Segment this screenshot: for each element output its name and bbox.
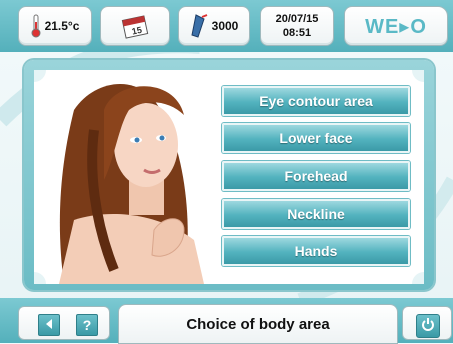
eye-contour-button[interactable]: Eye contour area bbox=[222, 86, 410, 116]
woman-illustration bbox=[59, 84, 204, 284]
help-button[interactable]: ? bbox=[76, 314, 98, 336]
power-icon bbox=[421, 317, 435, 336]
datetime-tile: 20/07/15 08:51 bbox=[260, 6, 334, 46]
logo-text: WE▸O bbox=[365, 15, 427, 38]
calendar-icon: 15 bbox=[120, 12, 150, 40]
help-icon: ? bbox=[82, 317, 92, 333]
forehead-button[interactable]: Forehead bbox=[222, 161, 410, 191]
temperature-tile: 21.5°c bbox=[18, 6, 92, 46]
time-value: 08:51 bbox=[282, 27, 312, 39]
calendar-day: 15 bbox=[131, 25, 143, 37]
shot-counter: 3000 bbox=[211, 19, 239, 33]
calendar-tile[interactable]: 15 bbox=[100, 6, 170, 46]
hands-button[interactable]: Hands bbox=[222, 236, 410, 266]
lower-face-button[interactable]: Lower face bbox=[222, 123, 410, 153]
status-title: Choice of body area bbox=[118, 304, 398, 344]
temperature-value: 21.5°c bbox=[44, 19, 80, 33]
power-button[interactable] bbox=[416, 314, 440, 338]
back-button[interactable] bbox=[38, 314, 60, 336]
brand-logo: WE▸O bbox=[344, 6, 448, 46]
counter-tile: 3000 bbox=[178, 6, 250, 46]
handpiece-icon bbox=[190, 13, 210, 39]
neckline-button[interactable]: Neckline bbox=[222, 199, 410, 229]
date-value: 20/07/15 bbox=[275, 13, 319, 25]
thermometer-icon bbox=[31, 14, 41, 38]
left-arrow-icon bbox=[43, 317, 55, 333]
